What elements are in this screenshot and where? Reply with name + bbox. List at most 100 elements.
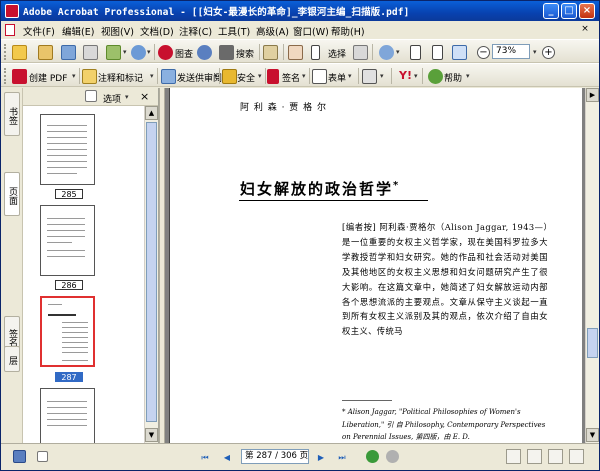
yahoo-icon[interactable]: Y! (398, 69, 413, 84)
single-page-icon[interactable] (506, 449, 521, 464)
pages-icon[interactable] (362, 69, 377, 84)
previous-page-button[interactable]: ◀ (220, 451, 234, 464)
lock-icon[interactable] (222, 69, 237, 84)
doc-scroll-down-arrow-icon[interactable]: ▼ (586, 428, 599, 442)
attach-icon[interactable] (131, 45, 146, 60)
scroll-down-arrow-icon[interactable]: ▼ (145, 428, 158, 442)
secure-dropdown-icon[interactable]: ▾ (258, 72, 262, 80)
sign-button[interactable]: 签名 (282, 71, 300, 84)
first-page-button[interactable]: ⏮ (198, 451, 212, 464)
continuous-icon[interactable] (527, 449, 542, 464)
toolbar-grip[interactable] (4, 68, 7, 84)
thumbnail-page-number[interactable]: 285 (55, 189, 83, 199)
options-menu[interactable]: 选项 (103, 92, 121, 105)
review-icon[interactable] (161, 69, 176, 84)
pen-icon[interactable] (267, 69, 279, 84)
document-view[interactable]: 阿 利 森 · 贾 格 尔 妇女解放的政治哲学* [编者按] 阿利森·贾格尔（A… (165, 88, 585, 443)
page-number-field[interactable]: 第 287 / 306 页 (241, 449, 309, 464)
help-icon[interactable] (428, 69, 443, 84)
comment-markup-button[interactable]: 注释和标记 (98, 71, 143, 84)
actual-size-icon[interactable] (410, 45, 421, 60)
zoom-in-button[interactable]: + (542, 46, 555, 59)
zoom-dropdown-icon[interactable]: ▾ (396, 48, 400, 56)
zoom-level-input[interactable]: 73% (492, 44, 530, 59)
doc-scroll-up-arrow-icon[interactable]: ▶ (586, 88, 599, 102)
binoculars-icon[interactable] (219, 45, 234, 60)
organizer-icon[interactable] (38, 45, 53, 60)
print-icon[interactable] (83, 45, 98, 60)
page-thumbnail[interactable] (40, 114, 95, 185)
zoom-out-button[interactable]: − (477, 46, 490, 59)
scroll-up-arrow-icon[interactable]: ▲ (145, 106, 158, 120)
page-thumbnail[interactable] (40, 205, 95, 276)
last-page-button[interactable]: ⏭ (335, 451, 349, 464)
select-cursor-icon[interactable] (311, 45, 320, 60)
continuous-facing-icon[interactable] (569, 449, 584, 464)
acrobat-app-icon[interactable] (5, 4, 19, 18)
yahoo-dropdown-icon[interactable]: ▾ (414, 72, 418, 80)
menu-view[interactable]: 视图(V) (101, 24, 134, 38)
select-label[interactable]: 选择 (328, 47, 346, 60)
open-folder-icon[interactable] (12, 45, 27, 60)
thumbnail-page-number-selected[interactable]: 287 (55, 372, 83, 382)
menu-advanced[interactable]: 高级(A) (256, 24, 289, 38)
close-panel-button[interactable]: × (140, 90, 149, 103)
page-thumbnail[interactable] (40, 388, 95, 448)
search-label[interactable]: 搜索 (236, 47, 254, 60)
save-icon[interactable] (61, 45, 76, 60)
menu-edit[interactable]: 编辑(E) (62, 24, 94, 38)
forms-button[interactable]: 表单 (328, 71, 346, 84)
comment-icon[interactable] (82, 69, 97, 84)
scrollbar-thumb[interactable] (146, 122, 157, 422)
create-pdf-button[interactable]: 创建 PDF (29, 71, 67, 84)
zoom-tool-icon[interactable] (379, 45, 394, 60)
create-pdf-icon[interactable] (12, 69, 27, 84)
previous-view-icon[interactable] (366, 450, 379, 463)
menu-window[interactable]: 窗口(W) (293, 24, 329, 38)
page-thumbnail-selected[interactable] (40, 296, 95, 367)
close-button[interactable]: × (579, 3, 595, 19)
screen-icon[interactable] (13, 450, 26, 463)
toolbar-grip[interactable] (4, 44, 7, 60)
zoom-level-dropdown-icon[interactable]: ▾ (533, 48, 537, 56)
thumbnail-scrollbar[interactable]: ▲ ▼ (144, 106, 158, 443)
delete-page-icon[interactable] (85, 90, 97, 102)
menu-help[interactable]: 帮助(H) (331, 24, 365, 38)
sign-dropdown-icon[interactable]: ▾ (302, 72, 306, 80)
document-scrollbar[interactable]: ▶ ▼ (585, 88, 599, 443)
secure-button[interactable]: 安全 (237, 71, 255, 84)
fit-width-icon[interactable] (452, 45, 467, 60)
page-size-icon[interactable] (37, 451, 48, 462)
menu-comments[interactable]: 注释(C) (179, 24, 212, 38)
help-dropdown-icon[interactable]: ▾ (466, 72, 470, 80)
close-document-button[interactable]: × (579, 23, 591, 35)
photo-icon[interactable] (158, 45, 173, 60)
forms-dropdown-icon[interactable]: ▾ (348, 72, 352, 80)
options-dropdown-icon[interactable]: ▾ (125, 93, 129, 101)
facing-icon[interactable] (548, 449, 563, 464)
thumbnail-page-number[interactable]: 286 (55, 280, 83, 290)
snapshot-icon[interactable] (353, 45, 368, 60)
stamp-icon[interactable] (263, 45, 278, 60)
menu-tools[interactable]: 工具(T) (218, 24, 250, 38)
comment-dropdown-icon[interactable]: ▾ (150, 72, 154, 80)
tab-bookmarks[interactable]: 书签 (4, 92, 20, 136)
hand-tool-icon[interactable] (288, 45, 303, 60)
review-dropdown-icon[interactable]: ▾ (214, 72, 218, 80)
next-view-icon[interactable] (386, 450, 399, 463)
fit-page-icon[interactable] (432, 45, 443, 60)
tab-pages[interactable]: 页面 (4, 172, 20, 216)
help-button[interactable]: 帮助 (444, 71, 462, 84)
document-icon[interactable] (5, 24, 15, 36)
doc-scrollbar-thumb[interactable] (587, 328, 598, 358)
menu-file[interactable]: 文件(F) (23, 24, 55, 38)
globe-icon[interactable] (197, 45, 212, 60)
pages-dropdown-icon[interactable]: ▾ (380, 72, 384, 80)
email-dropdown-icon[interactable]: ▾ (123, 48, 127, 56)
menu-document[interactable]: 文档(D) (140, 24, 174, 38)
minimize-button[interactable]: _ (543, 3, 559, 19)
attach-dropdown-icon[interactable]: ▾ (147, 48, 151, 56)
form-icon[interactable] (312, 69, 327, 84)
email-icon[interactable] (106, 45, 121, 60)
next-page-button[interactable]: ▶ (314, 451, 328, 464)
